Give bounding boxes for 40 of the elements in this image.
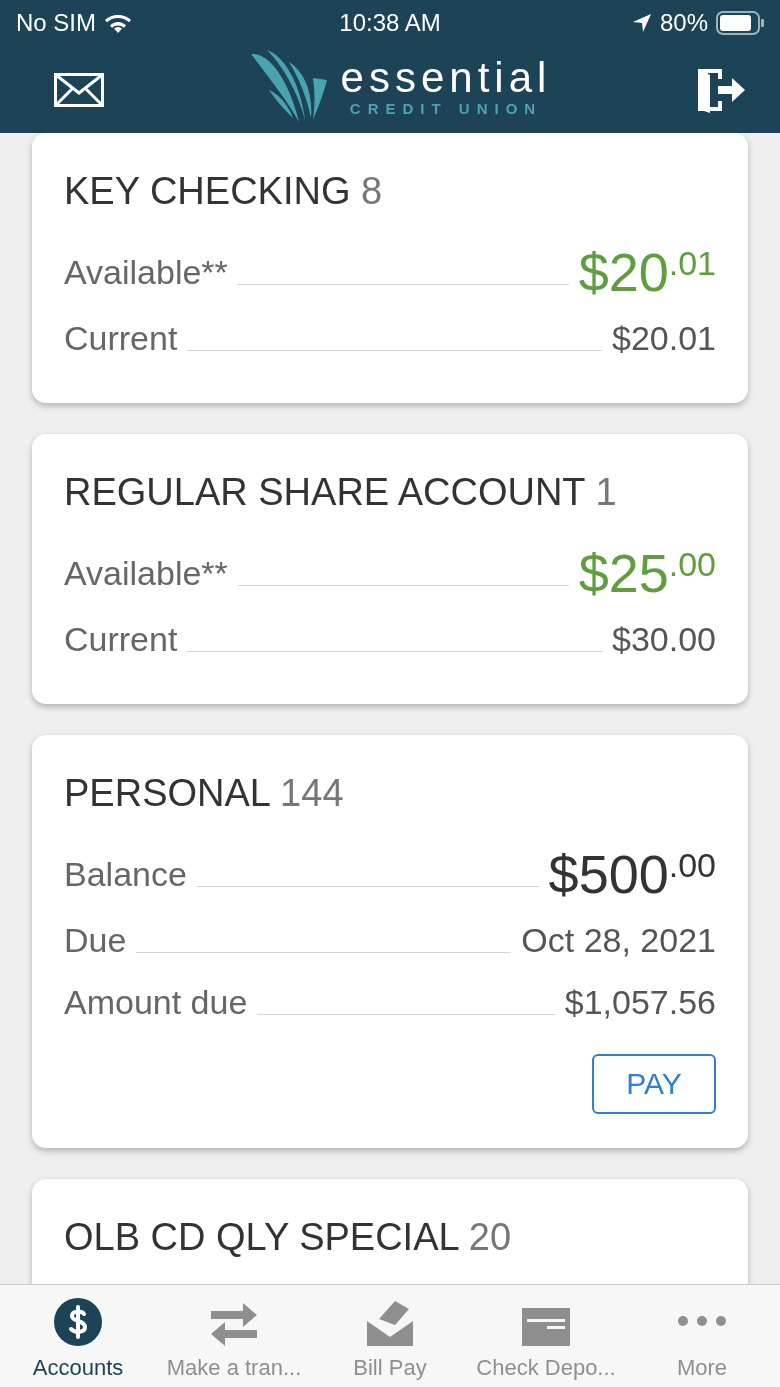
- row-label: Available**: [64, 252, 228, 292]
- row-label: Due: [64, 920, 127, 960]
- battery-icon: [716, 11, 764, 35]
- amount-value: $25$^{.00}$: [578, 542, 716, 604]
- account-card[interactable]: OLB CD QLY SPECIAL 20: [32, 1179, 748, 1284]
- envelope-icon: [365, 1301, 415, 1347]
- account-card[interactable]: PERSONAL 144 Balance $500$^{.00}$ Due Oct 28, 2021 Amount due $1,057.56 PAY: [32, 735, 748, 1148]
- row-value: Oct 28, 2021: [521, 920, 716, 960]
- logout-icon[interactable]: [696, 66, 746, 113]
- brand-name: essential: [340, 56, 552, 100]
- amount-value: $20$^{.01}$: [578, 241, 716, 303]
- battery-text: 80%: [659, 9, 708, 37]
- account-name: OLB CD QLY SPECIAL 20: [64, 1215, 513, 1260]
- account-name: PERSONAL 144: [64, 771, 345, 816]
- row-value: $1,057.56: [564, 982, 716, 1022]
- row-value: $20.01: [612, 318, 716, 358]
- carrier-text: No SIM: [16, 9, 96, 37]
- row-label: Available**: [64, 553, 228, 593]
- logo-icon: [248, 49, 329, 124]
- row-label: Current: [64, 318, 178, 358]
- amount-value: $500$^{.00}$: [548, 843, 716, 905]
- mail-icon[interactable]: [54, 72, 104, 107]
- tab[interactable]: Accounts: [0, 1285, 156, 1387]
- account-card[interactable]: KEY CHECKING 8 Available** $20$^{.01}$ Current $20.01: [32, 133, 748, 403]
- account-name: KEY CHECKING 8: [64, 169, 384, 214]
- more-icon: [677, 1315, 727, 1327]
- account-name: REGULAR SHARE ACCOUNT 1: [64, 470, 618, 515]
- row-value: $30.00: [612, 619, 716, 659]
- wifi-icon: [104, 12, 132, 34]
- row-label: Amount due: [64, 982, 248, 1022]
- check-icon: [521, 1307, 571, 1347]
- time-text: 10:38 AM: [339, 9, 441, 37]
- account-card[interactable]: REGULAR SHARE ACCOUNT 1 Available** $25$^{.00}$ Current $30.00: [32, 434, 748, 704]
- row-label: Current: [64, 619, 178, 659]
- pay-button[interactable]: PAY: [592, 1054, 716, 1114]
- transfer-icon: [209, 1303, 259, 1347]
- dollar-icon: [53, 1297, 103, 1347]
- row-label: Balance: [64, 854, 187, 894]
- location-icon: [631, 13, 652, 33]
- brand-subtitle: CREDIT UNION: [349, 100, 543, 117]
